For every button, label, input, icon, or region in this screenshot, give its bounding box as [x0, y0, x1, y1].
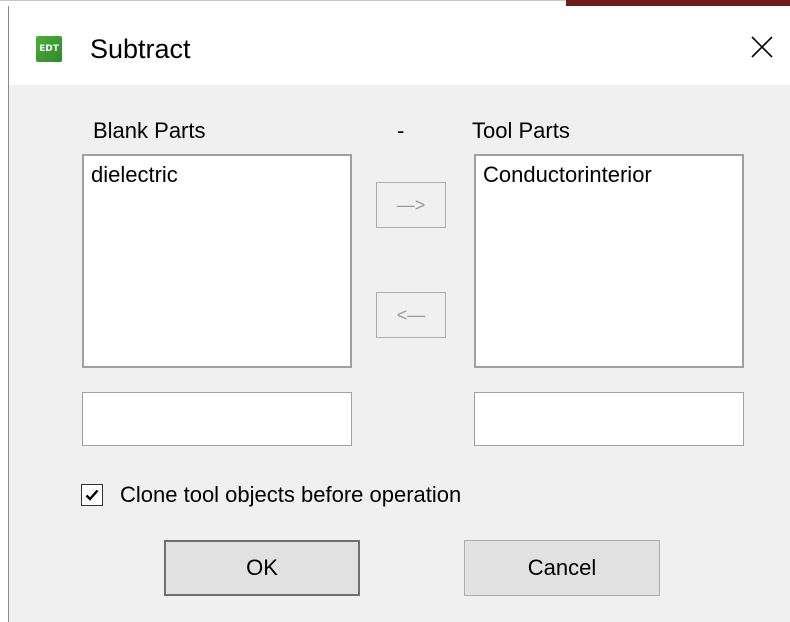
background-window-edge	[0, 0, 566, 1]
tool-parts-label: Tool Parts	[472, 118, 570, 143]
blank-parts-list[interactable]: dielectric	[82, 154, 352, 368]
list-item[interactable]: Conductorinterior	[476, 156, 742, 188]
edt-app-icon: EDT	[36, 36, 62, 62]
close-button[interactable]	[734, 22, 790, 78]
cancel-button[interactable]: Cancel	[464, 540, 660, 596]
move-to-tool-button[interactable]: —>	[376, 182, 446, 228]
subtract-dialog: EDT Subtract Blank Parts - Tool Parts di…	[8, 6, 790, 622]
close-icon	[751, 36, 773, 58]
blank-parts-filter-field[interactable]	[82, 392, 352, 446]
dialog-title: Subtract	[90, 34, 191, 64]
list-item[interactable]: dielectric	[84, 156, 350, 188]
blank-parts-label: Blank Parts	[93, 118, 206, 143]
separator-label: -	[397, 118, 405, 143]
tool-parts-filter-field[interactable]	[474, 392, 744, 446]
title-bar[interactable]: EDT Subtract	[9, 6, 790, 85]
move-to-blank-button[interactable]: <—	[376, 292, 446, 338]
screen: EDT Subtract Blank Parts - Tool Parts di…	[0, 0, 790, 622]
clone-tool-label[interactable]: Clone tool objects before operation	[120, 482, 461, 508]
clone-tool-checkbox[interactable]	[81, 484, 103, 506]
ok-button[interactable]: OK	[164, 540, 360, 596]
tool-parts-list[interactable]: Conductorinterior	[474, 154, 744, 368]
checkmark-icon	[85, 489, 99, 501]
